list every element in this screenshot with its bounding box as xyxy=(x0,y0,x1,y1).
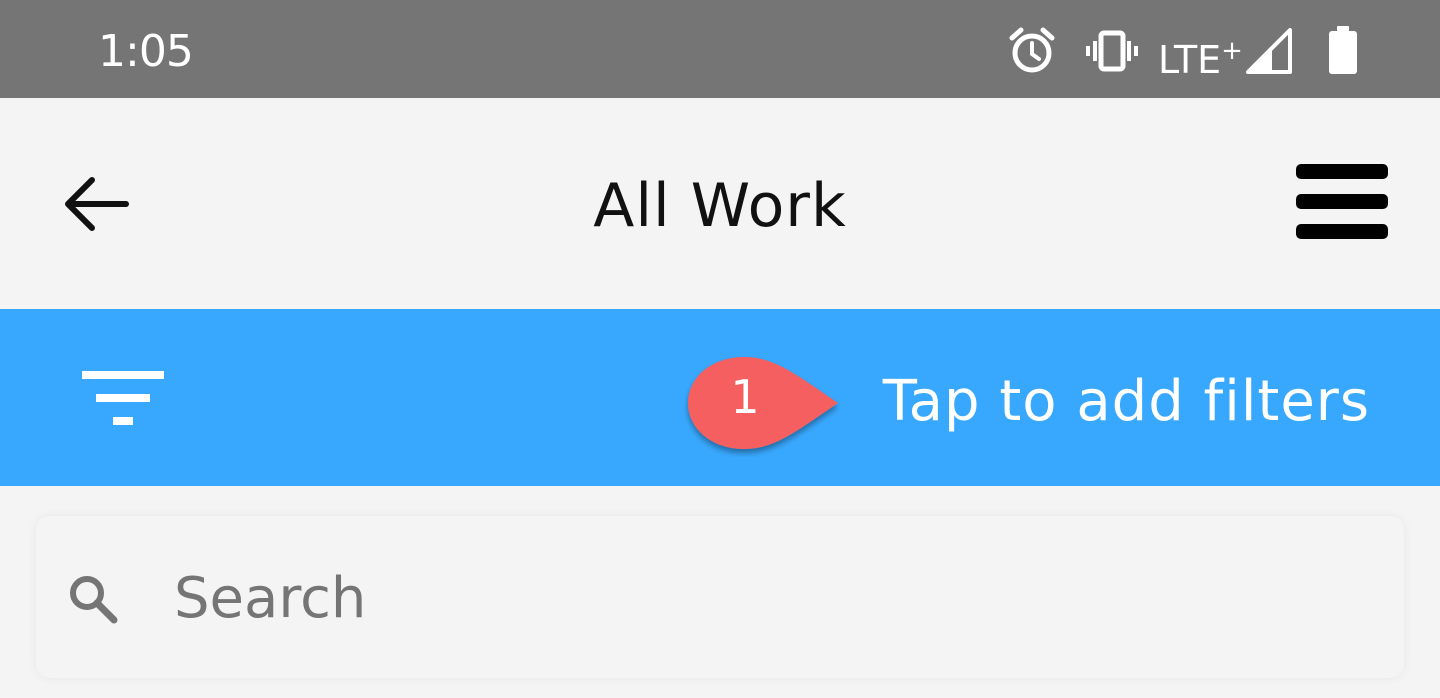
cell-signal-icon xyxy=(1246,28,1292,74)
alarm-clock-icon xyxy=(1009,27,1055,73)
battery-icon xyxy=(1329,26,1357,74)
search-input[interactable] xyxy=(174,562,1274,634)
filter-lines-icon xyxy=(82,371,164,425)
hamburger-menu-button[interactable] xyxy=(1296,164,1388,242)
network-type-label: LTE+ xyxy=(1158,36,1243,82)
vibrate-icon xyxy=(1086,30,1138,72)
status-bar: 1:05 LTE+ xyxy=(0,0,1440,98)
magnifier-icon xyxy=(70,576,118,624)
step-callout-number: 1 xyxy=(730,370,760,424)
app-bar: All Work xyxy=(0,98,1440,309)
hamburger-menu-line xyxy=(1296,194,1388,209)
search-bar xyxy=(36,516,1404,678)
page-title: All Work xyxy=(593,171,847,241)
add-filters-label: Tap to add filters xyxy=(882,369,1370,434)
hamburger-menu-line xyxy=(1296,224,1388,239)
status-time: 1:05 xyxy=(98,26,194,77)
add-filters-bar[interactable]: 1 Tap to add filters xyxy=(0,309,1440,486)
hamburger-menu-icon xyxy=(1296,164,1388,179)
